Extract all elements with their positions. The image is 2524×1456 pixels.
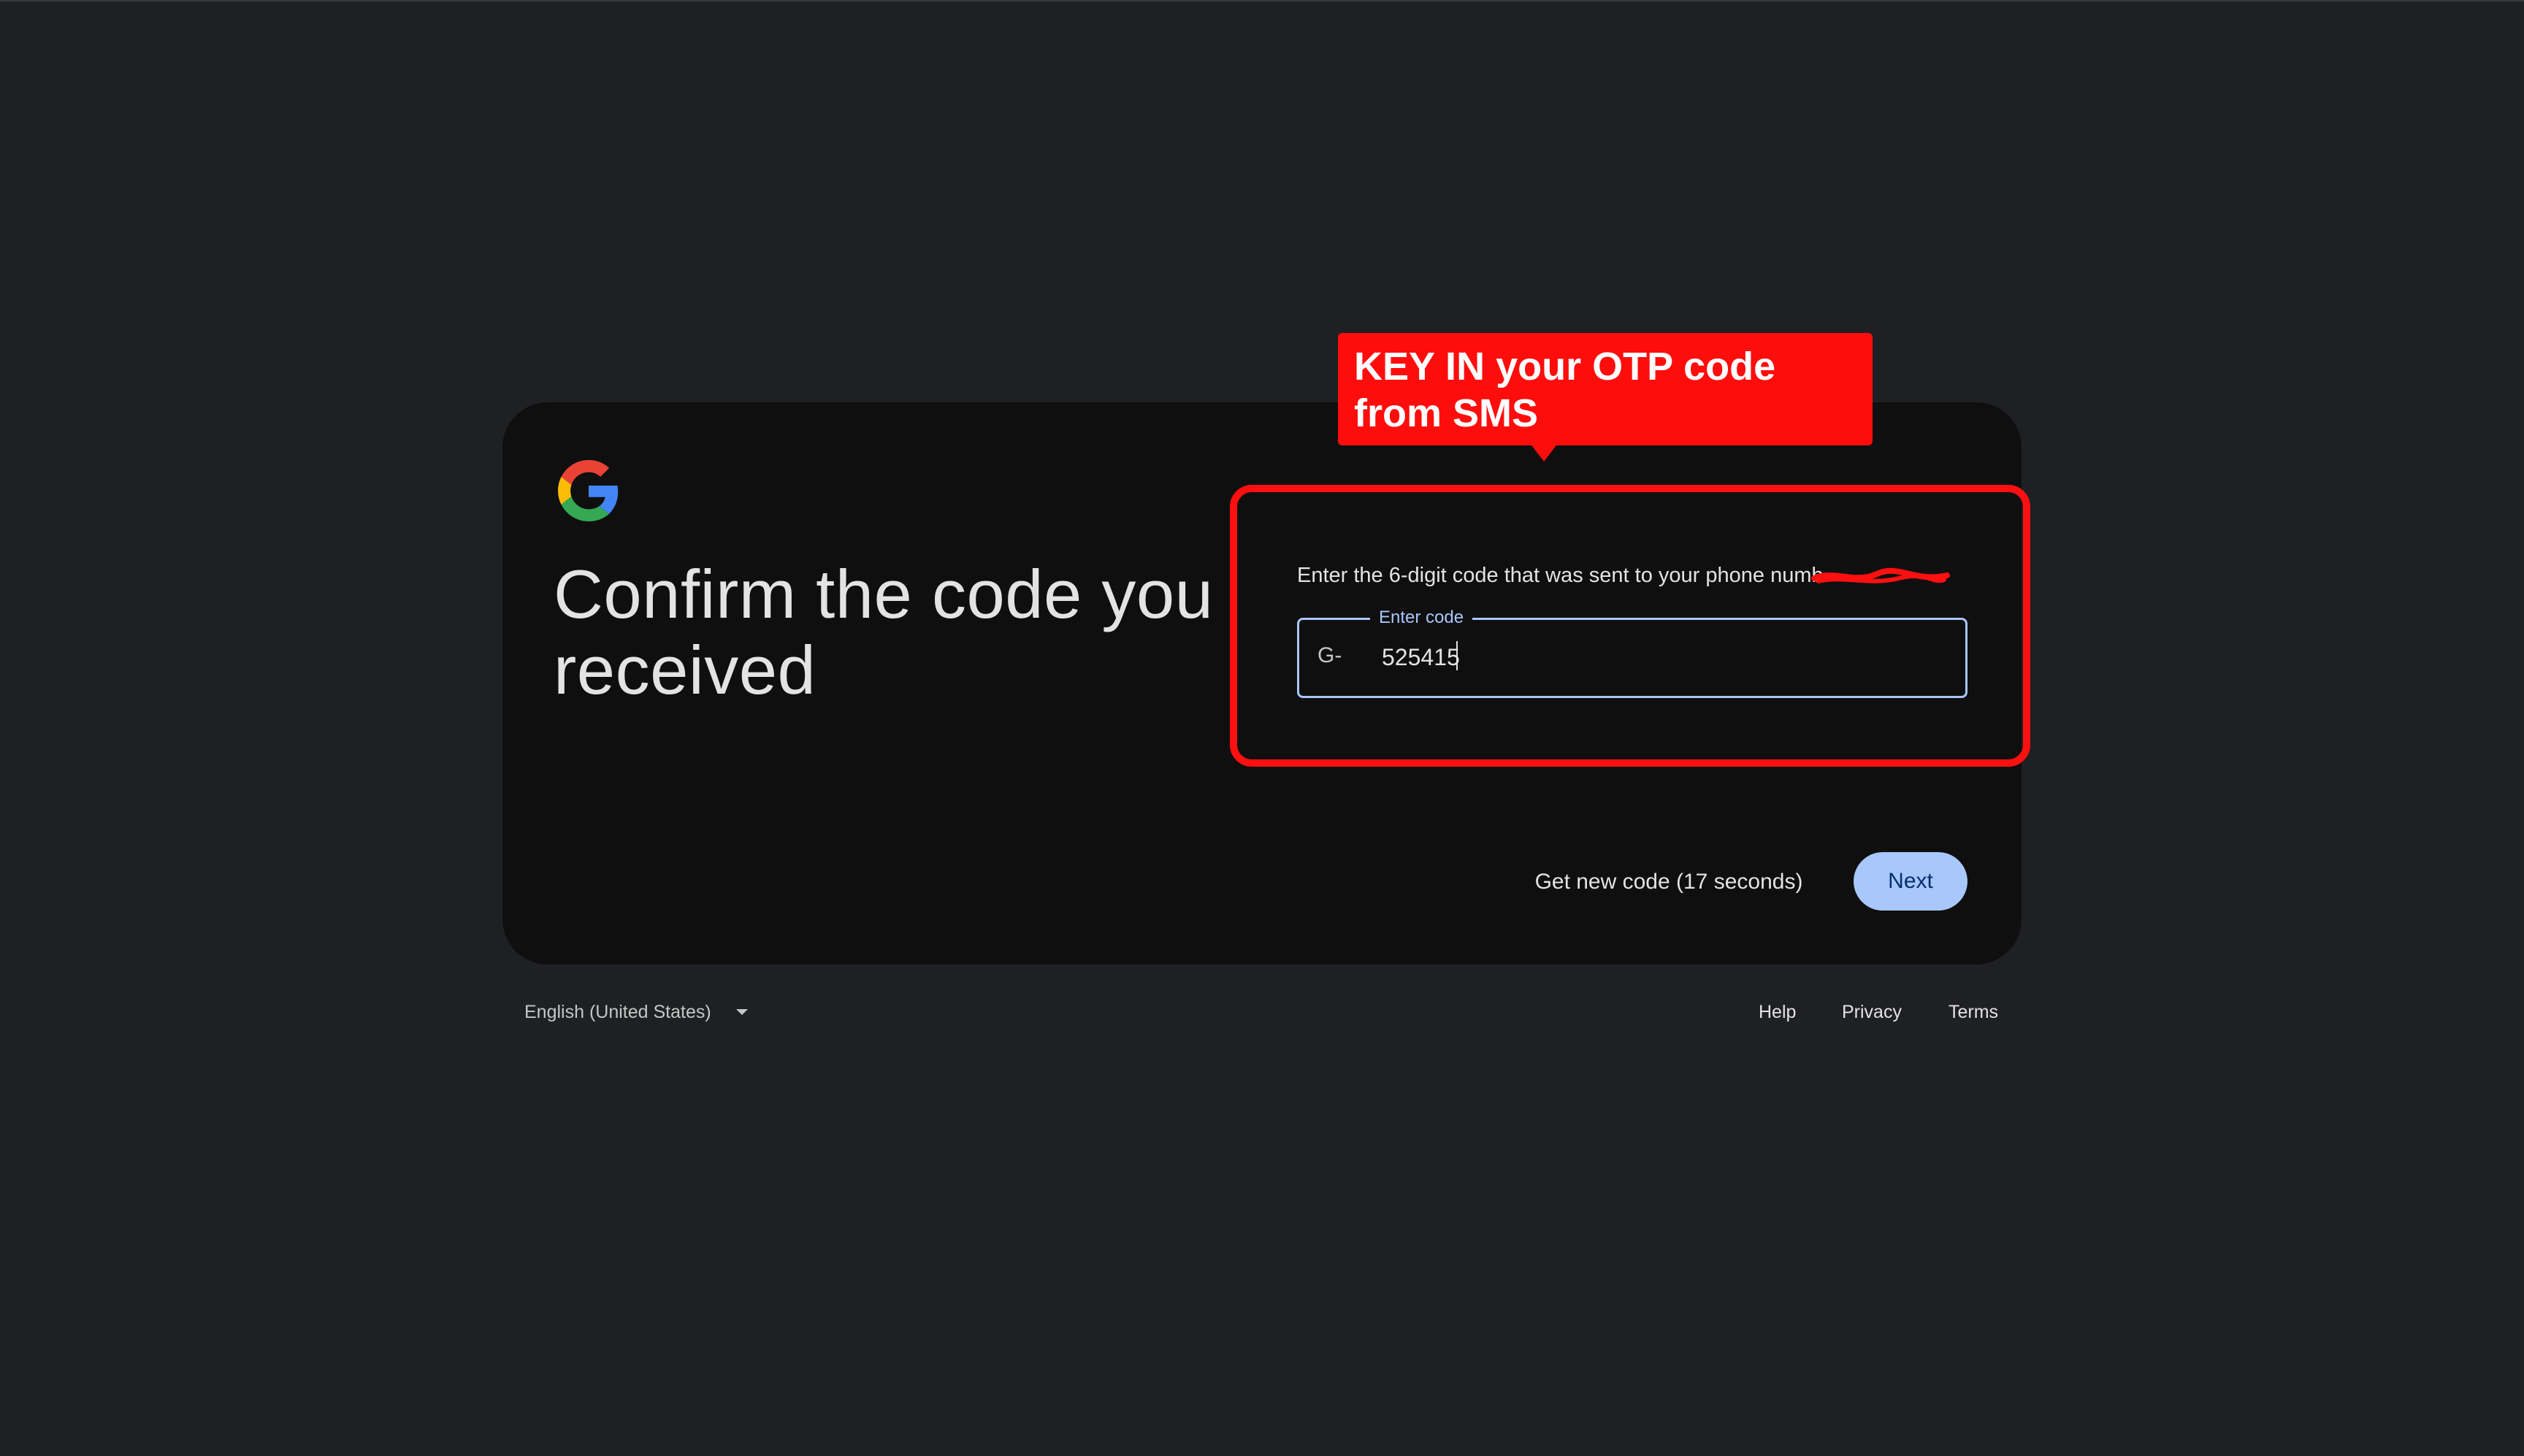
- annotation-highlight-box: [1230, 485, 2030, 767]
- annotation-callout: KEY IN your OTP code from SMS: [1338, 333, 1873, 445]
- page: Confirm the code you received Enter the …: [0, 0, 2524, 1456]
- page-title: Confirm the code you received: [554, 556, 1214, 708]
- next-button[interactable]: Next: [1854, 852, 1967, 911]
- annotation-callout-pointer: [1529, 442, 1559, 461]
- get-new-code-button[interactable]: Get new code (17 seconds): [1532, 863, 1805, 901]
- footer-link-help[interactable]: Help: [1759, 997, 1796, 1027]
- footer-link-privacy[interactable]: Privacy: [1842, 997, 1902, 1027]
- chevron-down-icon: [735, 1009, 748, 1015]
- google-logo-icon: [558, 460, 619, 521]
- language-selector[interactable]: English (United States): [524, 997, 748, 1027]
- footer-link-terms[interactable]: Terms: [1949, 997, 1998, 1027]
- language-label: English (United States): [524, 1002, 711, 1022]
